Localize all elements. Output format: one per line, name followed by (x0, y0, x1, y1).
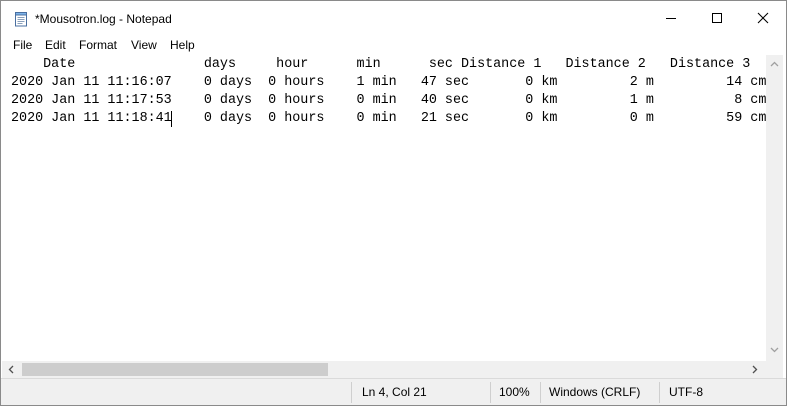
text-editor[interactable]: Date days hour min sec Distance 1 Distan… (2, 55, 766, 361)
editor-line: 2020 Jan 11 11:16:07 0 days 0 hours 1 mi… (11, 75, 766, 90)
scroll-right-arrow-icon[interactable] (752, 365, 758, 374)
window-title: *Mousotron.log - Notepad (35, 12, 172, 26)
text-caret (171, 111, 172, 127)
vertical-scrollbar[interactable] (766, 55, 783, 361)
status-bar: Ln 4, Col 21 100% Windows (CRLF) UTF-8 (1, 378, 786, 405)
status-cursor-position: Ln 4, Col 21 (362, 385, 427, 399)
minimize-button[interactable] (648, 1, 694, 35)
editor-line: 2020 Jan 11 11:18:41 0 days 0 hours 0 mi… (11, 111, 766, 126)
menu-file[interactable]: File (13, 38, 32, 52)
scroll-left-arrow-icon[interactable] (8, 365, 14, 374)
scrollbar-corner (766, 361, 783, 378)
status-separator (351, 382, 352, 403)
maximize-icon (712, 13, 722, 23)
scroll-up-arrow-icon[interactable] (770, 61, 779, 67)
menu-format[interactable]: Format (79, 38, 117, 52)
scroll-down-arrow-icon[interactable] (770, 347, 779, 353)
menu-bar: File Edit Format View Help (1, 35, 786, 55)
status-separator (540, 382, 541, 403)
minimize-icon (666, 18, 676, 19)
status-zoom: 100% (499, 385, 530, 399)
editor-line: Date days hour min sec Distance 1 Distan… (11, 57, 751, 72)
title-bar[interactable]: *Mousotron.log - Notepad (1, 1, 786, 35)
menu-edit[interactable]: Edit (45, 38, 66, 52)
status-encoding: UTF-8 (669, 385, 703, 399)
close-button[interactable] (740, 1, 786, 35)
menu-help[interactable]: Help (170, 38, 195, 52)
maximize-button[interactable] (694, 1, 740, 35)
close-icon (757, 12, 769, 24)
notepad-icon[interactable] (13, 11, 29, 27)
status-separator (490, 382, 491, 403)
horizontal-scroll-thumb[interactable] (22, 363, 328, 376)
menu-view[interactable]: View (131, 38, 157, 52)
editor-line: 2020 Jan 11 11:17:53 0 days 0 hours 0 mi… (11, 93, 766, 108)
status-separator (659, 382, 660, 403)
notepad-window: *Mousotron.log - Notepad File Edit Forma… (0, 0, 787, 406)
status-line-ending: Windows (CRLF) (549, 385, 641, 399)
horizontal-scrollbar[interactable] (2, 361, 766, 378)
